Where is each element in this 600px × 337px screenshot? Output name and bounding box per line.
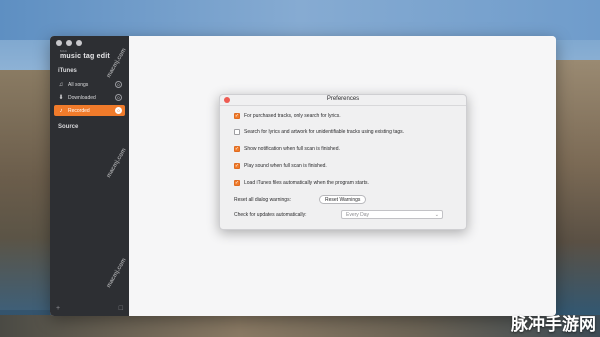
checkbox-checked-icon[interactable]: ✓: [234, 146, 240, 152]
window-controls: [56, 40, 82, 46]
dialog-divider: [220, 105, 466, 106]
option-label: Load iTunes files automatically when the…: [244, 180, 369, 186]
sidebar-item-label: All songs: [68, 81, 89, 88]
option-label: Play sound when full scan is finished.: [244, 163, 327, 169]
option-search-unidentifiable[interactable]: Search for lyrics and artwork for uniden…: [234, 129, 404, 135]
option-label: Show notification when full scan is fini…: [244, 146, 340, 152]
chevron-down-icon: ⌄: [434, 212, 439, 218]
option-label: Search for lyrics and artwork for uniden…: [244, 129, 405, 135]
desktop-mountain-right: [554, 60, 600, 320]
checkbox-checked-icon[interactable]: ✓: [234, 180, 240, 186]
checkbox-checked-icon[interactable]: ✓: [234, 163, 240, 169]
app-title: MAC music tag edit: [60, 49, 110, 60]
checkbox-unchecked-icon[interactable]: [234, 129, 240, 135]
update-frequency-select[interactable]: Every Day ⌄: [341, 210, 443, 219]
sidebar-item-label: Downloaded: [68, 94, 96, 101]
update-frequency-value: Every Day: [346, 212, 370, 218]
reset-warnings-button[interactable]: Reset Warnings: [319, 195, 367, 204]
count-badge: 0: [115, 107, 122, 114]
sidebar-item-recorded[interactable]: ♪ Recorded 0: [54, 105, 125, 116]
close-window-button[interactable]: [56, 40, 62, 46]
reset-warnings-label: Reset all dialog warnings:: [234, 197, 291, 203]
option-purchased-lyrics[interactable]: ✓ For purchased tracks, only search for …: [234, 113, 341, 119]
sidebar-item-label: Recorded: [68, 107, 90, 114]
update-check-label: Check for updates automatically:: [234, 212, 307, 218]
add-icon[interactable]: +: [56, 305, 60, 312]
download-icon: ⬇: [58, 95, 64, 101]
watermark: macmj.com: [106, 147, 128, 179]
count-badge: 0: [115, 81, 122, 88]
sidebar-item-all-songs[interactable]: ♫ All songs 0: [54, 79, 125, 90]
desktop-ground: [0, 315, 600, 337]
sidebar: MAC music tag edit iTunes ♫ All songs 0 …: [50, 36, 129, 316]
sidebar-footer: + □: [56, 305, 123, 312]
corner-brand-watermark: 脉冲手游网: [511, 315, 596, 335]
checkbox-checked-icon[interactable]: ✓: [234, 113, 240, 119]
count-badge: 0: [115, 94, 122, 101]
option-load-itunes[interactable]: ✓ Load iTunes files automatically when t…: [234, 180, 369, 186]
sidebar-section-itunes: iTunes: [58, 68, 77, 74]
option-label: For purchased tracks, only search for ly…: [244, 113, 341, 119]
settings-icon[interactable]: □: [119, 305, 123, 312]
minimize-window-button[interactable]: [66, 40, 72, 46]
record-icon: ♪: [59, 107, 63, 114]
app-title-text: music tag edit: [60, 53, 110, 60]
sidebar-item-downloaded[interactable]: ⬇ Downloaded 0: [54, 92, 125, 103]
desktop-sky: [0, 0, 600, 40]
music-note-icon: ♫: [58, 81, 64, 88]
option-play-sound[interactable]: ✓ Play sound when full scan is finished.: [234, 163, 327, 169]
zoom-window-button[interactable]: [76, 40, 82, 46]
option-show-notification[interactable]: ✓ Show notification when full scan is fi…: [234, 146, 340, 152]
dialog-title: Preferences: [326, 96, 360, 102]
sidebar-section-source: Source: [58, 124, 79, 130]
watermark: macmj.com: [106, 257, 128, 289]
preferences-dialog: Preferences ✓ For purchased tracks, only…: [219, 94, 467, 230]
